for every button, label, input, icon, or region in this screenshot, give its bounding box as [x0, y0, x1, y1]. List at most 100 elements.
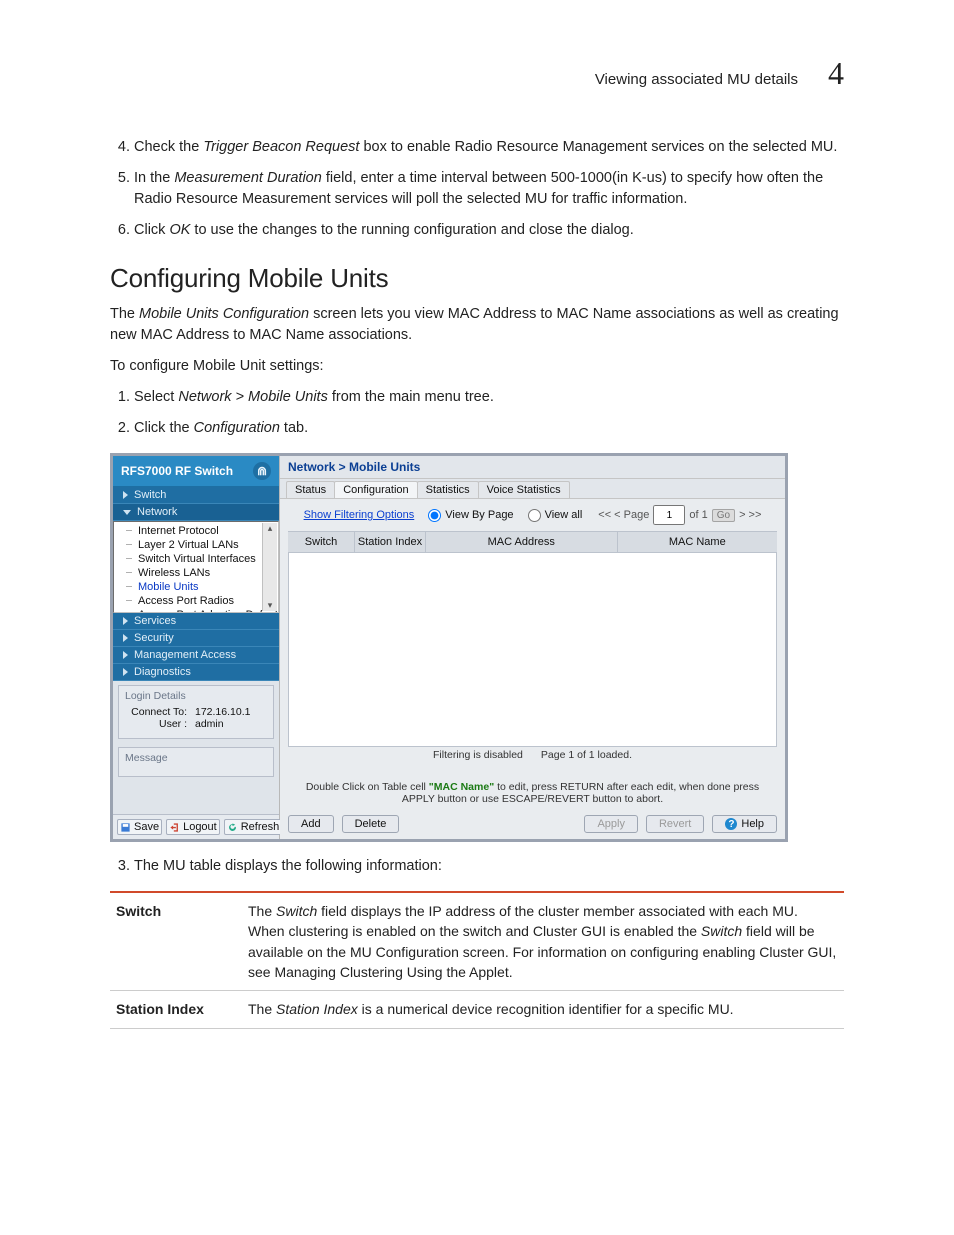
grid-status-line: Filtering is disabled Page 1 of 1 loaded…	[288, 747, 777, 763]
logout-icon	[169, 822, 180, 833]
desc-row-station-index: Station Index The Station Index is a num…	[110, 991, 844, 1028]
refresh-button[interactable]: Refresh	[224, 819, 283, 835]
revert-button[interactable]: Revert	[646, 815, 704, 833]
refresh-label: Refresh	[241, 821, 280, 833]
tree-item-switch-virtual-interfaces[interactable]: Switch Virtual Interfaces	[120, 552, 274, 566]
nav-section-switch[interactable]: Switch	[113, 487, 279, 504]
page-header: Viewing associated MU details 4	[110, 55, 844, 92]
nav-section-network[interactable]: Network	[113, 504, 279, 521]
col-mac-name[interactable]: MAC Name	[618, 532, 777, 552]
pager-of: of 1	[689, 509, 707, 521]
pager-go-button[interactable]: Go	[712, 509, 735, 522]
section-title: Configuring Mobile Units	[110, 263, 844, 294]
sidebar-button-bar: Save Logout Refresh	[113, 814, 279, 839]
pager-page-input[interactable]	[653, 505, 685, 525]
chevron-right-icon	[123, 617, 128, 625]
tree-item-access-port-radios[interactable]: Access Port Radios	[120, 594, 274, 608]
grid-body[interactable]	[288, 553, 777, 747]
tab-voice-statistics[interactable]: Voice Statistics	[478, 481, 570, 498]
help-icon: ?	[725, 818, 737, 830]
pager-prev[interactable]: << < Page	[598, 509, 649, 521]
tree-item-internet-protocol[interactable]: Internet Protocol	[120, 524, 274, 538]
view-all-radio[interactable]	[528, 509, 541, 522]
nav-label: Management Access	[134, 649, 236, 661]
chevron-right-icon	[123, 651, 128, 659]
nav-label: Network	[137, 506, 177, 518]
tab-status[interactable]: Status	[286, 481, 335, 498]
tab-statistics[interactable]: Statistics	[417, 481, 479, 498]
tree-item-layer2-vlans[interactable]: Layer 2 Virtual LANs	[120, 538, 274, 552]
nav-section-diagnostics[interactable]: Diagnostics	[113, 664, 279, 681]
add-button[interactable]: Add	[288, 815, 334, 833]
pager-next[interactable]: > >>	[739, 509, 761, 521]
col-switch[interactable]: Switch	[288, 532, 355, 552]
nav-label: Services	[134, 615, 176, 627]
chevron-right-icon	[123, 634, 128, 642]
steps-list-b: Select Network > Mobile Units from the m…	[134, 387, 844, 439]
header-title: Viewing associated MU details	[595, 71, 798, 88]
step-5: In the Measurement Duration field, enter…	[134, 168, 844, 210]
lead-text: To configure Mobile Unit settings:	[110, 356, 844, 377]
logout-label: Logout	[183, 821, 217, 833]
tree-item-access-port-adoption-defaults[interactable]: Access Port Adoption Defaults	[120, 608, 274, 613]
view-by-page-radio[interactable]	[428, 509, 441, 522]
connect-to-label: Connect To:	[125, 706, 187, 718]
steps-list-c: The MU table displays the following info…	[134, 856, 844, 877]
edit-hint: Double Click on Table cell "MAC Name" to…	[280, 763, 785, 811]
grid-toolbar: Show Filtering Options View By Page View…	[280, 499, 785, 531]
logout-button[interactable]: Logout	[166, 819, 220, 835]
product-title: RFS7000 RF Switch	[121, 464, 233, 478]
user-label: User :	[125, 718, 187, 730]
tree-item-wireless-lans[interactable]: Wireless LANs	[120, 566, 274, 580]
hint-em: "MAC Name"	[429, 781, 494, 793]
save-icon	[120, 822, 131, 833]
nav-section-management-access[interactable]: Management Access	[113, 647, 279, 664]
step-b2: Click the Configuration tab.	[134, 418, 844, 439]
sidebar: RFS7000 RF Switch ⋒ Switch Network Inter…	[113, 456, 280, 839]
grid-header: Switch Station Index MAC Address MAC Nam…	[288, 531, 777, 553]
help-label: Help	[741, 818, 764, 830]
delete-button[interactable]: Delete	[342, 815, 400, 833]
view-all-label: View all	[545, 509, 583, 521]
show-filtering-link[interactable]: Show Filtering Options	[304, 509, 415, 521]
tree-item-mobile-units[interactable]: Mobile Units	[120, 580, 274, 594]
save-label: Save	[134, 821, 159, 833]
login-title: Login Details	[125, 690, 267, 702]
tree-scrollbar[interactable]: ▴▾	[262, 523, 277, 611]
desc-row-switch: Switch The Switch field displays the IP …	[110, 892, 844, 991]
filter-status: Filtering is disabled	[433, 749, 523, 761]
user-value: admin	[195, 718, 224, 730]
nav-section-security[interactable]: Security	[113, 630, 279, 647]
tab-bar: Status Configuration Statistics Voice St…	[280, 479, 785, 499]
brand-logo-icon: ⋒	[253, 462, 271, 480]
nav-label: Diagnostics	[134, 666, 191, 678]
chevron-right-icon	[123, 491, 128, 499]
message-title: Message	[125, 752, 267, 764]
desc-name: Switch	[110, 892, 242, 991]
step-b1: Select Network > Mobile Units from the m…	[134, 387, 844, 408]
tab-configuration[interactable]: Configuration	[334, 481, 417, 498]
intro-text: The Mobile Units Configuration screen le…	[110, 304, 844, 346]
login-details-box: Login Details Connect To: 172.16.10.1 Us…	[118, 685, 274, 739]
refresh-icon	[227, 822, 238, 833]
nav-tree: Internet Protocol Layer 2 Virtual LANs S…	[113, 521, 279, 613]
col-station-index[interactable]: Station Index	[355, 532, 426, 552]
help-button[interactable]: ? Help	[712, 815, 777, 833]
pager: << < Page of 1 Go > >>	[598, 505, 761, 525]
apply-button[interactable]: Apply	[584, 815, 638, 833]
connect-to-value: 172.16.10.1	[195, 706, 250, 718]
step-4: Check the Trigger Beacon Request box to …	[134, 137, 844, 158]
step-3: The MU table displays the following info…	[134, 856, 844, 877]
nav-section-services[interactable]: Services	[113, 613, 279, 630]
col-mac-address[interactable]: MAC Address	[426, 532, 618, 552]
message-box: Message	[118, 747, 274, 777]
save-button[interactable]: Save	[117, 819, 162, 835]
product-title-bar: RFS7000 RF Switch ⋒	[113, 456, 279, 487]
view-by-page-label: View By Page	[445, 509, 513, 521]
hint-pre: Double Click on Table cell	[306, 781, 429, 793]
app-window: RFS7000 RF Switch ⋒ Switch Network Inter…	[110, 453, 788, 842]
chevron-right-icon	[123, 668, 128, 676]
nav-label: Switch	[134, 489, 166, 501]
desc-text: The Station Index is a numerical device …	[242, 991, 844, 1028]
content-area: Network > Mobile Units Status Configurat…	[280, 456, 785, 839]
